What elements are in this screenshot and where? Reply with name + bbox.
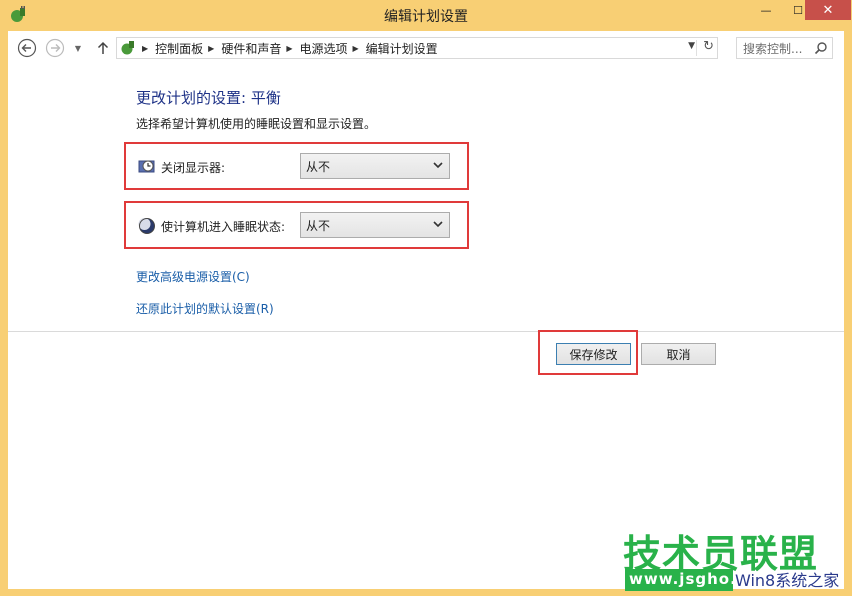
minimize-button[interactable]: — [750,0,782,20]
up-arrow-icon [97,41,109,54]
monitor-clock-icon [138,160,155,173]
maximize-icon: ☐ [793,3,803,17]
watermark: 技术员联盟 www.jsgho.com Win8系统之家 [615,523,852,596]
display-off-value: 从不 [306,159,331,174]
page-subtitle: 选择希望计算机使用的睡眠设置和显示设置。 [136,117,377,131]
footer-divider [8,331,844,332]
display-setting-highlight: 关闭显示器: 从不 [124,142,469,190]
cancel-button[interactable]: 取消 [641,343,716,365]
address-bar[interactable]: ▶ 控制面板 ▶ 硬件和声音 ▶ 电源选项 ▶ 编辑计划设置 ▼ ↻ [116,37,718,59]
watermark-subtitle: Win8系统之家 [735,571,840,590]
navigation-bar: ▼ ▶ 控制面板 ▶ 硬件和声音 ▶ 电源选项 ▶ 编辑计划设置 ▼ ↻ 搜索控… [8,31,844,65]
sleep-value: 从不 [306,218,331,233]
display-off-select[interactable]: 从不 [300,153,450,179]
advanced-power-settings-link[interactable]: 更改高级电源设置(C) [136,268,250,285]
client-area: ▼ ▶ 控制面板 ▶ 硬件和声音 ▶ 电源选项 ▶ 编辑计划设置 ▼ ↻ 搜索控… [8,31,844,589]
address-dropdown-icon[interactable]: ▼ [688,41,695,51]
close-icon: ✕ [822,2,834,18]
search-placeholder: 搜索控制... [743,41,803,56]
display-off-label: 关闭显示器: [161,161,226,175]
page-title: 更改计划的设置: 平衡 [136,89,281,107]
breadcrumb-separator-icon[interactable]: ▶ [286,44,292,53]
forward-arrow-icon [45,38,65,58]
window-title: 编辑计划设置 [384,9,468,25]
breadcrumb-separator-icon[interactable]: ▶ [353,44,359,53]
minimize-icon: — [760,3,772,17]
window: 编辑计划设置 — ☐ ✕ ▼ ▶ 控制面板 ▶ 硬件和声音 ▶ 电源选项 ▶ 编… [0,0,852,596]
back-button[interactable] [16,37,38,59]
sleep-label: 使计算机进入睡眠状态: [161,220,286,234]
forward-button[interactable] [44,37,66,59]
chevron-down-icon [433,162,443,169]
sleep-select[interactable]: 从不 [300,212,450,238]
search-input[interactable]: 搜索控制... [736,37,833,59]
moon-icon [138,218,155,234]
address-divider [696,40,697,56]
control-panel-icon [121,41,134,55]
save-button[interactable]: 保存修改 [556,343,631,365]
breadcrumb-edit-plan[interactable]: 编辑计划设置 [366,40,438,57]
back-arrow-icon [17,38,37,58]
search-icon[interactable] [814,41,828,55]
refresh-icon[interactable]: ↻ [703,39,714,54]
breadcrumb-separator-icon[interactable]: ▶ [208,44,214,53]
sleep-setting-highlight: 使计算机进入睡眠状态: 从不 [124,201,469,249]
up-button[interactable] [92,37,114,59]
chevron-down-icon [433,221,443,228]
restore-defaults-link[interactable]: 还原此计划的默认设置(R) [136,300,274,317]
recent-locations-button[interactable]: ▼ [72,37,84,59]
chevron-down-icon: ▼ [74,43,82,53]
breadcrumb-hardware-sound[interactable]: 硬件和声音 [221,40,281,57]
breadcrumb-power-options[interactable]: 电源选项 [300,40,348,57]
title-bar: 编辑计划设置 — ☐ ✕ [0,0,852,30]
breadcrumb-separator-icon: ▶ [142,43,149,53]
close-button[interactable]: ✕ [805,0,851,20]
breadcrumb-control-panel[interactable]: 控制面板 [155,40,203,57]
